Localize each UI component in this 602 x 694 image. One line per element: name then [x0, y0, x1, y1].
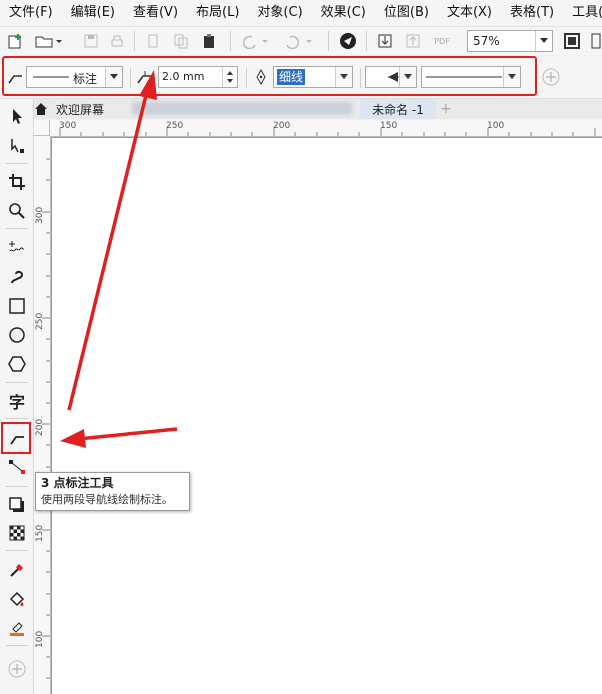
- callout-gap-icon: [134, 66, 156, 88]
- v-ruler-label: 200: [35, 418, 45, 436]
- add-tab-label: +: [440, 101, 452, 117]
- zoom-tool-icon[interactable]: [4, 198, 30, 224]
- drawing-canvas[interactable]: [51, 137, 602, 694]
- transparency-tool-icon[interactable]: [4, 520, 30, 546]
- corel-connect-icon[interactable]: [337, 30, 359, 52]
- page-border-top: [51, 137, 602, 138]
- arrowhead-icon: [388, 72, 400, 82]
- callout-gap-value: 2.0 mm: [162, 70, 205, 83]
- v-ruler-label: 150: [35, 524, 45, 542]
- outline-width-value: 细线: [277, 69, 306, 85]
- home-icon: [35, 103, 47, 115]
- callout-tool-highlight: [1, 422, 31, 454]
- pdf-label: PDF: [434, 36, 450, 46]
- line-sample-icon: [33, 76, 69, 78]
- tab-welcome-label: 欢迎屏幕: [56, 102, 105, 117]
- drop-shadow-tool-icon[interactable]: [4, 492, 30, 518]
- menu-text[interactable]: 文本(X): [438, 0, 501, 26]
- pick-tool-icon[interactable]: [4, 103, 30, 129]
- document-tabs: 欢迎屏幕 未命名 -1 +: [32, 99, 602, 119]
- redo-icon[interactable]: [282, 30, 316, 52]
- text-tool-glyph: 字: [8, 393, 25, 412]
- callout-style-select[interactable]: 标注: [26, 66, 123, 88]
- chevron-down-icon[interactable]: [399, 67, 416, 87]
- chevron-down-icon[interactable]: [535, 31, 552, 51]
- new-document-icon[interactable]: [5, 30, 27, 52]
- ruler-origin[interactable]: [34, 120, 50, 136]
- add-tool-icon[interactable]: [4, 656, 30, 682]
- menu-edit[interactable]: 编辑(E): [62, 0, 124, 26]
- h-ruler-label: 100: [487, 121, 505, 131]
- cut-icon[interactable]: [142, 30, 164, 52]
- interactive-fill-tool-icon[interactable]: [4, 586, 30, 612]
- save-icon[interactable]: [80, 30, 102, 52]
- line-style-select[interactable]: [421, 66, 521, 88]
- print-icon[interactable]: [106, 30, 128, 52]
- connector-tool-icon[interactable]: [4, 454, 30, 480]
- menu-tools[interactable]: 工具(O): [563, 0, 602, 26]
- menu-effects[interactable]: 效果(C): [312, 0, 375, 26]
- menu-table[interactable]: 表格(T): [501, 0, 563, 26]
- standard-toolbar: PDF 57%: [0, 27, 602, 55]
- undo-icon[interactable]: [238, 30, 272, 52]
- text-tool-icon[interactable]: 字: [4, 388, 30, 414]
- h-ruler-label: 300: [59, 121, 77, 131]
- page-border-left: [51, 137, 52, 694]
- crop-tool-icon[interactable]: [4, 169, 30, 195]
- outline-width-select[interactable]: 细线: [273, 66, 353, 88]
- options-icon[interactable]: [590, 30, 602, 52]
- callout-tool-icon: [4, 66, 26, 88]
- line-style-sample-icon: [426, 76, 502, 78]
- tab-document-label: 未命名 -1: [372, 102, 424, 117]
- chevron-down-icon[interactable]: [105, 67, 122, 87]
- tool-tooltip: 3 点标注工具 使用两段导航线绘制标注。: [35, 472, 190, 511]
- h-ruler-label: 150: [380, 121, 398, 131]
- menu-bar: 文件(F) 编辑(E) 查看(V) 布局(L) 对象(C) 效果(C) 位图(B…: [0, 0, 602, 27]
- import-icon[interactable]: [374, 30, 396, 52]
- zoom-level-select[interactable]: 57%: [467, 30, 553, 52]
- eyedropper-tool-icon[interactable]: [4, 557, 30, 583]
- add-tab-button[interactable]: +: [440, 99, 452, 119]
- tab-document[interactable]: 未命名 -1: [360, 99, 436, 119]
- smart-fill-tool-icon[interactable]: [4, 615, 30, 641]
- copy-icon[interactable]: [170, 30, 192, 52]
- menu-view[interactable]: 查看(V): [124, 0, 187, 26]
- spinner-buttons[interactable]: [222, 67, 237, 87]
- h-ruler-label: 250: [166, 121, 184, 131]
- zoom-value: 57%: [473, 34, 500, 48]
- ellipse-tool-icon[interactable]: [4, 322, 30, 348]
- rectangle-tool-icon[interactable]: [4, 293, 30, 319]
- shape-tool-icon[interactable]: [4, 133, 30, 159]
- toolbox: 字: [0, 99, 34, 694]
- artistic-media-tool-icon[interactable]: [4, 264, 30, 290]
- publish-pdf-icon[interactable]: PDF: [430, 30, 454, 52]
- open-folder-icon[interactable]: [33, 30, 65, 52]
- add-preset-icon[interactable]: [540, 66, 562, 88]
- tab-welcome[interactable]: 欢迎屏幕: [34, 99, 104, 119]
- menu-object[interactable]: 对象(C): [248, 0, 311, 26]
- polygon-tool-icon[interactable]: [4, 351, 30, 377]
- redacted-region: [132, 102, 352, 115]
- export-icon[interactable]: [402, 30, 424, 52]
- v-ruler-label: 250: [35, 312, 45, 330]
- full-screen-icon[interactable]: [561, 30, 583, 52]
- tooltip-description: 使用两段导航线绘制标注。: [41, 493, 173, 506]
- callout-gap-spinner[interactable]: 2.0 mm: [158, 66, 238, 88]
- arrowhead-select[interactable]: [365, 66, 417, 88]
- v-ruler-label: 300: [35, 206, 45, 224]
- h-ruler-label: 200: [273, 121, 291, 131]
- tooltip-title: 3 点标注工具: [41, 476, 114, 490]
- freehand-tool-icon[interactable]: [4, 235, 30, 261]
- horizontal-ruler[interactable]: 300 250 200 150 100: [50, 120, 602, 137]
- callout-style-label: 标注: [73, 72, 98, 86]
- paste-icon[interactable]: [198, 30, 220, 52]
- menu-bitmaps[interactable]: 位图(B): [375, 0, 438, 26]
- vertical-ruler[interactable]: 300 250 200 150 100: [34, 136, 51, 694]
- menu-layout[interactable]: 布局(L): [187, 0, 248, 26]
- menu-file[interactable]: 文件(F): [0, 0, 62, 26]
- chevron-down-icon[interactable]: [335, 67, 352, 87]
- chevron-down-icon[interactable]: [503, 67, 520, 87]
- pen-nib-icon: [250, 66, 272, 88]
- v-ruler-label: 100: [35, 630, 45, 648]
